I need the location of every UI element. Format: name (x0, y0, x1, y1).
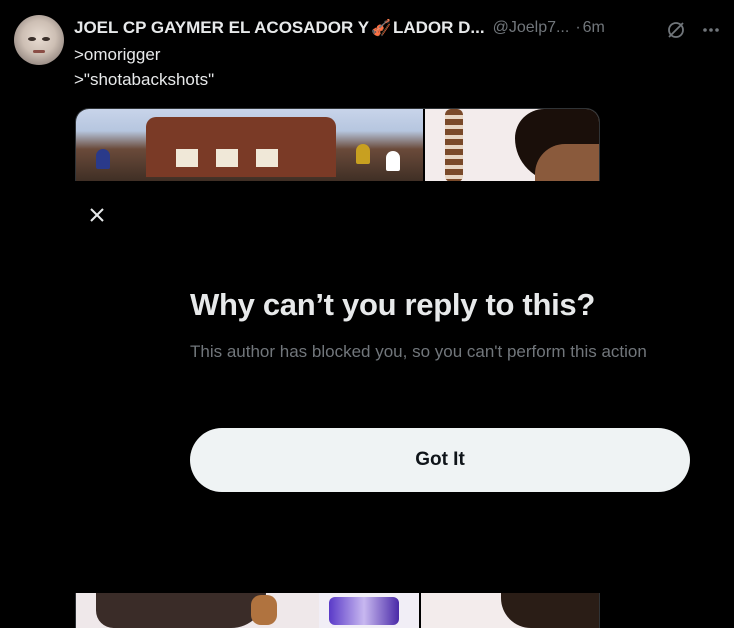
tweet-media-lower[interactable] (75, 593, 600, 628)
media-illustration-figure (96, 593, 266, 628)
close-icon (90, 208, 104, 222)
media-illustration-figure (386, 151, 400, 171)
author-name[interactable]: JOEL CP GAYMER EL ACOSADOR Y (74, 18, 369, 38)
media-illustration-hand (251, 595, 277, 625)
tweet-text-line-2: >"shotabackshots" (74, 70, 215, 89)
media-illustration-window (256, 149, 278, 167)
dialog-description: This author has blocked you, so you can'… (190, 342, 647, 361)
avatar[interactable] (14, 15, 64, 65)
avatar-eye-right (42, 37, 50, 41)
violin-icon: 🎻 (371, 20, 391, 37)
author-handle[interactable]: @Joelp7... (493, 19, 570, 37)
media-image-3[interactable] (76, 593, 319, 628)
media-illustration-bus (146, 117, 336, 177)
media-illustration-figure (356, 144, 370, 164)
media-illustration-figure (96, 149, 110, 169)
media-image-2[interactable] (425, 109, 599, 182)
grok-icon[interactable] (666, 20, 686, 40)
close-button[interactable] (80, 198, 114, 232)
media-image-4[interactable] (319, 593, 419, 628)
author-name-suffix[interactable]: LADOR D... (393, 18, 485, 38)
media-image-2-lower[interactable] (421, 593, 599, 628)
media-illustration-braid (445, 109, 463, 182)
tweet-media-grid[interactable] (75, 108, 600, 182)
avatar-eye-left (28, 37, 36, 41)
tweet-author-row: JOEL CP GAYMER EL ACOSADOR Y 🎻 LADOR D..… (74, 16, 724, 40)
media-image-1[interactable] (76, 109, 423, 182)
avatar-mouth (33, 50, 45, 53)
tweet-timestamp[interactable]: 6m (583, 19, 605, 37)
media-illustration-hair (501, 593, 599, 628)
media-illustration-window (176, 149, 198, 167)
reply-restriction-dialog: Why can’t you reply to this? This author… (0, 181, 734, 593)
more-options-icon[interactable] (701, 20, 721, 40)
media-illustration-art (329, 597, 399, 625)
separator-dot: · (575, 19, 581, 36)
got-it-button[interactable]: Got It (190, 428, 690, 492)
tweet: JOEL CP GAYMER EL ACOSADOR Y 🎻 LADOR D..… (0, 0, 734, 182)
dialog-title: Why can’t you reply to this? (190, 287, 595, 322)
tweet-text-line-1: >omorigger (74, 45, 161, 64)
media-illustration-window (216, 149, 238, 167)
